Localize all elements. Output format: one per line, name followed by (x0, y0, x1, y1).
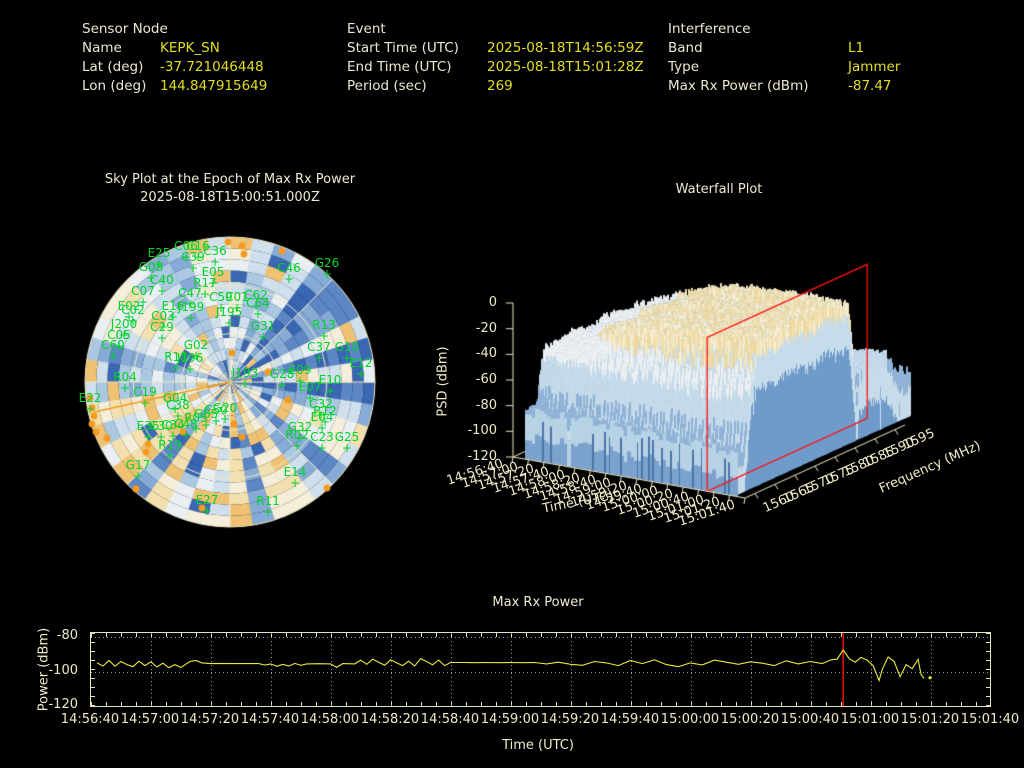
section-title: Interference (668, 21, 751, 37)
satellite-marker: + (184, 362, 196, 376)
field-label: Max Rx Power (dBm) (668, 78, 809, 94)
section-title: Event (347, 21, 386, 37)
satellite-marker: + (223, 316, 235, 330)
satellite-marker: + (355, 367, 367, 381)
satellite-marker: + (155, 430, 167, 444)
series-end-dot (928, 676, 932, 680)
satellite-marker: + (316, 441, 328, 455)
app-window: Sensor Node Name KEPK_SN Lat (deg) -37.721… (0, 0, 1024, 768)
satellite-marker: + (84, 402, 96, 416)
field-label: Type (668, 59, 700, 75)
power-plot-title: Max Rx Power (492, 595, 584, 610)
satellite-marker: + (200, 418, 212, 432)
field-label: Lon (deg) (82, 78, 147, 94)
interference-section: Interference Band L1 Type Jammer Max Rx Po… (668, 20, 900, 96)
satellite-marker: + (187, 261, 199, 275)
satellite-marker: + (180, 428, 192, 442)
satellite-marker: + (239, 377, 251, 391)
satellite-marker: + (156, 331, 168, 345)
field-value: L1 (848, 40, 865, 56)
section-title: Sensor Node (82, 21, 168, 37)
field-value: KEPK_SN (160, 40, 220, 56)
satellite-marker: + (262, 505, 274, 519)
satellite-marker: + (185, 311, 197, 325)
event-section: Event Start Time (UTC) 2025-08-18T14:56:5… (347, 20, 644, 96)
field-value: -87.47 (848, 78, 892, 94)
field-value: 2025-08-18T14:56:59Z (487, 40, 644, 56)
waterfall-title: Waterfall Plot (675, 182, 763, 197)
satellite-marker: + (257, 330, 269, 344)
satellite-marker: + (219, 412, 231, 426)
satellite-marker: + (341, 441, 353, 455)
satellite-marker: + (324, 384, 336, 398)
power-plot-box (90, 632, 991, 707)
field-label: Lat (deg) (82, 59, 144, 75)
power-x-axis-label: Time (UTC) (502, 738, 574, 753)
satellite-marker: + (119, 381, 131, 395)
field-label: Band (668, 40, 703, 56)
satellite-marker: + (321, 267, 333, 281)
power-series-plot (96, 633, 932, 706)
satellite-marker: + (139, 396, 151, 410)
field-value: 144.847915649 (160, 78, 268, 94)
skyplot-title: Sky Plot at the Epoch of Max Rx Power (104, 172, 356, 187)
power-y-axis-label: Power (dBm) (36, 627, 52, 712)
satellite-marker: + (276, 378, 288, 392)
skyplot-subtitle: 2025-08-18T15:00:51.000Z (140, 190, 320, 205)
skyplot-area: E25 + C06 + C16 + C36 + C46 + G26 + G08 + C40 + C07 + C39 +… (79, 232, 380, 532)
satellite-marker: + (132, 469, 144, 483)
field-value: 269 (487, 78, 513, 94)
satellite-marker: + (156, 284, 168, 298)
satellite-marker: + (313, 351, 325, 365)
waterfall-psd-axis-label: PSD (dBm) (435, 346, 451, 417)
field-label: End Time (UTC) (347, 59, 452, 75)
field-label: Start Time (UTC) (347, 40, 459, 56)
satellite-marker: + (283, 272, 295, 286)
satellite-marker: + (164, 449, 176, 463)
field-value: -37.721046448 (160, 59, 264, 75)
field-value: 2025-08-18T15:01:28Z (487, 59, 644, 75)
field-label: Period (sec) (347, 78, 427, 94)
field-value: Jammer (848, 59, 901, 75)
satellite-marker: + (291, 439, 303, 453)
power-series-line (96, 648, 925, 683)
field-label: Name (82, 40, 122, 56)
sensor-node-section: Sensor Node Name KEPK_SN Lat (deg) -37.721… (82, 20, 267, 96)
satellite-marker: + (201, 504, 213, 518)
satellite-marker: + (167, 429, 179, 443)
satellite-marker: + (289, 476, 301, 490)
satellite-marker: + (107, 349, 119, 363)
